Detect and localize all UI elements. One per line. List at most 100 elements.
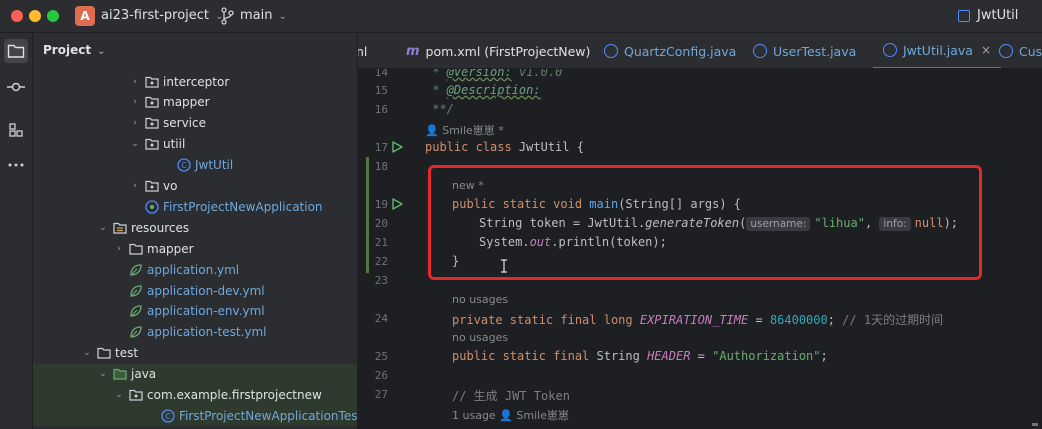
structure-tool-button[interactable] (4, 118, 28, 142)
tab-cust[interactable]: Cust (999, 33, 1042, 68)
chevron-down-icon[interactable]: ⌄ (97, 223, 109, 233)
usage-hint-no-usages[interactable]: no usages (452, 293, 508, 306)
author-hint[interactable]: 👤 Smile崽崽 * (425, 122, 504, 138)
run-config-selector[interactable]: JwtUtil (977, 8, 1018, 23)
tree-item[interactable]: application-test.yml (33, 322, 357, 343)
chevron-right-icon[interactable]: › (129, 181, 141, 191)
close-tab-icon[interactable]: × (981, 43, 991, 57)
run-icon[interactable] (391, 141, 403, 153)
tree-item[interactable]: C JwtUtil (33, 155, 357, 176)
java-class-icon (604, 44, 618, 58)
tree-item[interactable]: › service (33, 113, 357, 134)
spring-config-icon (128, 263, 144, 277)
line-number: 27 (374, 388, 388, 401)
text-cursor-icon (501, 259, 507, 273)
chevron-right-icon[interactable]: › (129, 118, 141, 128)
tab-cut-off[interactable]: nl (358, 33, 368, 68)
svg-text:C: C (181, 161, 187, 170)
project-switcher[interactable]: ai23-first-project ⌄ (101, 8, 223, 23)
tree-item-label: application-test.yml (147, 325, 267, 340)
package-icon (144, 116, 160, 130)
usage-hint-no-usages[interactable]: no usages (452, 331, 508, 344)
chevron-right-icon[interactable]: › (113, 244, 125, 254)
tree-item[interactable]: › mapper (33, 238, 357, 259)
chevron-right-icon[interactable]: › (129, 77, 141, 87)
chevron-down-icon[interactable]: ⌄ (81, 348, 93, 358)
resources-folder-icon (112, 221, 128, 235)
chevron-down-icon: ⌄ (97, 46, 106, 57)
tree-item[interactable]: ⌄ java (33, 363, 357, 385)
tree-item-label: java (131, 367, 157, 382)
tree-item[interactable]: › mapper (33, 92, 357, 113)
line-number: 22 (374, 255, 388, 268)
code-editor[interactable]: 14 15 16 17 18 19 20 21 22 23 24 25 26 2… (358, 69, 1042, 429)
folder-icon (7, 44, 25, 58)
vcs-change-marker[interactable] (366, 157, 369, 273)
user-icon: 👤 (499, 409, 513, 422)
java-class-icon: C (160, 409, 176, 423)
tree-item[interactable]: application-dev.yml (33, 280, 357, 301)
tree-item[interactable]: application-env.yml (33, 301, 357, 322)
run-icon[interactable] (391, 198, 403, 210)
tab-quartzconfig[interactable]: QuartzConfig.java (604, 33, 736, 68)
chevron-down-icon: ⌄ (278, 11, 287, 22)
tree-item[interactable]: application.yml (33, 259, 357, 280)
tab-usertest[interactable]: UserTest.java (753, 33, 856, 68)
tree-item-label: JwtUtil (195, 158, 234, 173)
close-window-button[interactable] (11, 10, 23, 22)
tree-item-label: test (115, 346, 139, 361)
code-line-17: public class JwtUtil { (425, 140, 584, 154)
more-icon (8, 163, 24, 167)
commit-icon (7, 82, 25, 92)
more-tools-button[interactable] (4, 153, 28, 177)
chevron-right-icon[interactable]: › (129, 97, 141, 107)
line-number: 17 (374, 141, 388, 154)
structure-icon (9, 123, 23, 137)
branch-switcher[interactable]: main ⌄ (240, 8, 287, 23)
spring-config-icon (128, 325, 144, 339)
run-config-icon (958, 10, 970, 22)
tree-item[interactable]: FirstProjectNewApplication (33, 196, 357, 217)
tab-label: JwtUtil.java (903, 42, 973, 58)
chevron-down-icon[interactable]: ⌄ (113, 390, 125, 400)
tree-item[interactable]: ⌄ utiil (33, 134, 357, 155)
line-number: 14 (374, 69, 388, 79)
tab-jwtutil[interactable]: JwtUtil.java × (873, 33, 1002, 68)
tree-item-label: mapper (147, 241, 194, 256)
tab-label: nl (358, 43, 368, 59)
folder-icon (128, 242, 144, 256)
package-icon (144, 179, 160, 193)
chevron-down-icon[interactable]: ⌄ (97, 369, 109, 379)
tree-item[interactable]: › interceptor (33, 71, 357, 92)
java-class-icon: C (176, 158, 192, 172)
maximize-window-button[interactable] (47, 10, 59, 22)
line-number: 24 (374, 312, 388, 325)
commit-tool-button[interactable] (4, 75, 28, 99)
tree-item[interactable]: ⌄ test (33, 343, 357, 364)
tab-pom-xml[interactable]: m pom.xml (FirstProjectNew) (406, 33, 591, 68)
package-icon (144, 75, 160, 89)
tab-label: pom.xml (FirstProjectNew) (425, 43, 591, 59)
folder-icon (96, 346, 112, 360)
code-line-16: **/ (425, 102, 454, 116)
chevron-down-icon[interactable]: ⌄ (129, 139, 141, 149)
maven-icon: m (406, 43, 420, 59)
tree-item-label: service (163, 116, 206, 131)
tree-item[interactable]: ⌄ com.example.firstprojectnew (33, 384, 357, 406)
java-class-icon (883, 43, 897, 57)
tree-item[interactable]: C FirstProjectNewApplicationTests (33, 405, 357, 427)
scrollbar-marker[interactable] (1032, 423, 1038, 426)
project-tool-button[interactable] (4, 39, 28, 63)
tree-item[interactable]: ⌄ resources (33, 217, 357, 238)
code-line-25: public static final String HEADER = "Aut… (452, 349, 828, 363)
code-line-24: private static final long EXPIRATION_TIM… (452, 313, 944, 327)
code-line-14: * @Version: v1.0.0 (425, 69, 563, 79)
project-panel-title[interactable]: Project ⌄ (43, 43, 105, 57)
minimize-window-button[interactable] (29, 10, 41, 22)
code-line-27: // 生成 JWT Token (452, 389, 570, 403)
tree-item[interactable]: › vo (33, 176, 357, 197)
usage-hint-1-usage[interactable]: 1 usage 👤 Smile崽崽 (452, 407, 569, 423)
highlight-annotation-box (428, 165, 982, 280)
tree-item-label: application-env.yml (147, 304, 265, 319)
line-number: 20 (374, 217, 388, 230)
